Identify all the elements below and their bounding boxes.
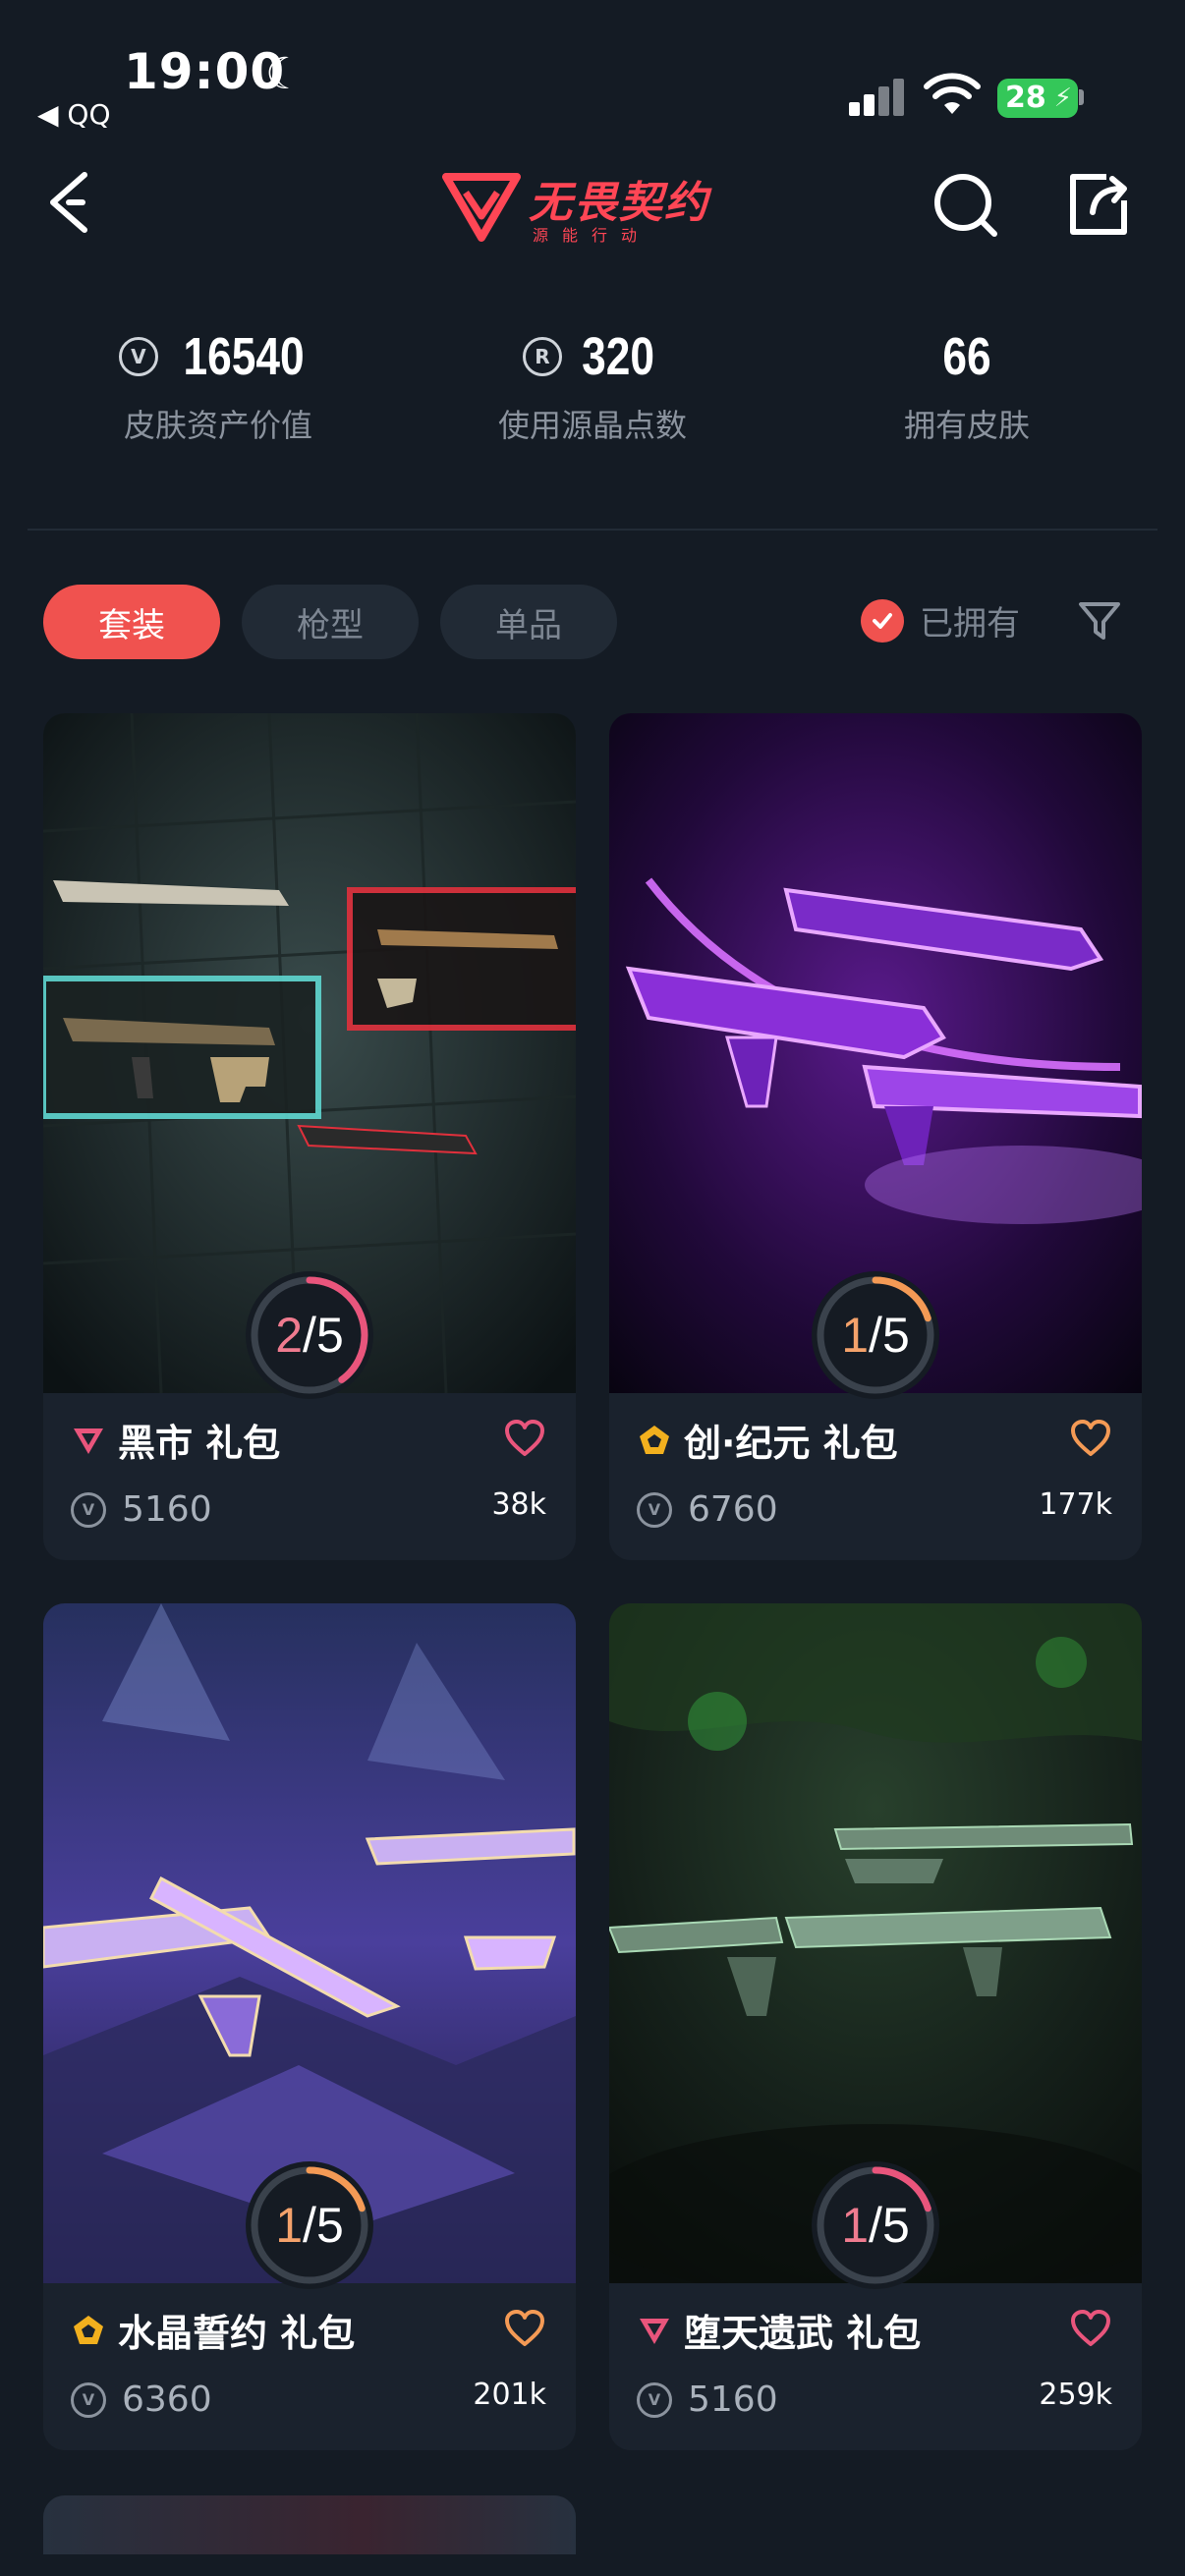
divider [28, 529, 1157, 531]
stat-value: 66 [942, 327, 991, 386]
bundle-name: 堕天遗武 礼包 [684, 2312, 922, 2355]
status-time: 19:00 [124, 43, 286, 100]
stat-label: 皮肤资产价值 [123, 407, 312, 444]
wifi-icon [924, 73, 981, 114]
bundle-name: 创·纪元 礼包 [684, 1422, 898, 1465]
premium-tier-icon [640, 2318, 669, 2344]
share-icon[interactable] [1063, 169, 1134, 240]
like-count: 201k [473, 2378, 546, 2412]
heart-icon[interactable] [1069, 2309, 1112, 2348]
premium-tier-icon [74, 1428, 103, 1454]
logo-subtitle: 源能行动 [533, 226, 651, 245]
vp-coin-icon: V [637, 1491, 672, 1528]
stat-skin-value: V 16540 皮肤资产价值 [41, 322, 395, 446]
radianite-icon: R [522, 337, 562, 376]
bundle-name: 水晶誓约 礼包 [118, 2312, 356, 2355]
bundle-title: 黑市 礼包 [71, 1413, 280, 1467]
search-icon[interactable] [931, 169, 1002, 240]
total-count: /5 [303, 2198, 344, 2253]
bundle-name: 黑市 礼包 [118, 1422, 281, 1465]
owned-label: 已拥有 [920, 604, 1020, 644]
vp-coin-icon: V [637, 2381, 672, 2418]
ownership-progress: 1/5 [812, 2161, 939, 2289]
progress-text: 1/5 [812, 1271, 939, 1399]
heart-icon[interactable] [503, 1419, 546, 1458]
owned-count: 1 [275, 2198, 304, 2253]
like-count: 177k [1039, 1487, 1112, 1522]
back-arrow-icon[interactable] [39, 167, 108, 236]
total-count: /5 [869, 1308, 910, 1363]
progress-text: 2/5 [246, 1271, 373, 1399]
bundle-card[interactable]: 1/5 创·纪元 礼包 V 6760 177k [609, 713, 1142, 1560]
price-value: 6760 [688, 1489, 778, 1530]
ownership-progress: 1/5 [812, 1271, 939, 1399]
owned-count: 2 [275, 1308, 304, 1363]
like-count: 38k [491, 1487, 546, 1522]
bundle-card[interactable]: 1/5 水晶誓约 礼包 V 6360 201k [43, 1603, 576, 2450]
total-count: /5 [869, 2198, 910, 2253]
owned-toggle[interactable]: 已拥有 [861, 596, 1020, 644]
total-count: /5 [303, 1308, 344, 1363]
bundle-card[interactable]: 2/5 黑市 礼包 V 5160 38k [43, 713, 576, 1560]
bundle-title: 创·纪元 礼包 [637, 1413, 898, 1467]
ownership-progress: 2/5 [246, 1271, 373, 1399]
like-count: 259k [1039, 2378, 1112, 2412]
moon-icon: ☾ [265, 49, 305, 99]
stat-radianite-used: R 320 使用源晶点数 [416, 322, 769, 446]
tab-weapon-type[interactable]: 枪型 [242, 585, 419, 659]
progress-text: 1/5 [812, 2161, 939, 2289]
back-to-app-link[interactable]: ◀ QQ [37, 98, 111, 131]
tab-bundles[interactable]: 套装 [43, 585, 220, 659]
tab-single-items[interactable]: 单品 [440, 585, 617, 659]
bundle-title: 水晶誓约 礼包 [71, 2303, 355, 2357]
bundle-price: V 5160 [71, 1489, 212, 1530]
app-header: 无畏契约 源能行动 [0, 147, 1185, 265]
bundle-price: V 6360 [71, 2380, 212, 2420]
vp-coin-icon: V [118, 337, 158, 376]
stat-owned-skins: 66 拥有皮肤 [790, 322, 1144, 446]
bundle-card-peek [43, 2495, 576, 2554]
bundle-title: 堕天遗武 礼包 [637, 2303, 921, 2357]
bundle-price: V 6760 [637, 1489, 778, 1530]
vp-coin-icon: V [71, 1491, 106, 1528]
checkmark-icon [861, 598, 904, 643]
ownership-progress: 1/5 [246, 2161, 373, 2289]
filter-bar: 套装 枪型 单品 已拥有 [0, 585, 1185, 663]
battery-indicator: 28 ⚡ [997, 79, 1078, 118]
stat-label: 使用源晶点数 [497, 407, 687, 444]
battery-cap [1079, 89, 1084, 105]
owned-count: 1 [841, 1308, 870, 1363]
exclusive-tier-icon [640, 1425, 669, 1454]
valorant-logo-icon [442, 173, 521, 242]
exclusive-tier-icon [74, 2315, 103, 2344]
asset-stats: V 16540 皮肤资产价值 R 320 使用源晶点数 66 拥有皮肤 [0, 305, 1185, 462]
price-value: 5160 [122, 1489, 212, 1530]
battery-level: 28 [1005, 81, 1046, 115]
bundle-price: V 5160 [637, 2380, 778, 2420]
price-value: 6360 [122, 2380, 212, 2420]
progress-text: 1/5 [246, 2161, 373, 2289]
stat-label: 拥有皮肤 [903, 407, 1030, 444]
filter-icon[interactable] [1077, 598, 1122, 644]
heart-icon[interactable] [1069, 1419, 1112, 1458]
logo-title: 无畏契约 [529, 178, 709, 228]
stat-value: 320 [582, 327, 654, 386]
bundle-card[interactable]: 1/5 堕天遗武 礼包 V 5160 259k [609, 1603, 1142, 2450]
owned-count: 1 [841, 2198, 870, 2253]
cellular-signal-icon [849, 77, 906, 116]
vp-coin-icon: V [71, 2381, 106, 2418]
status-bar: 19:00 ☾ ◀ QQ 28 ⚡ [0, 0, 1185, 147]
charging-bolt-icon: ⚡ [1053, 84, 1072, 113]
game-logo: 无畏契约 源能行动 [442, 161, 747, 250]
price-value: 5160 [688, 2380, 778, 2420]
heart-icon[interactable] [503, 2309, 546, 2348]
stat-value: 16540 [183, 327, 305, 386]
